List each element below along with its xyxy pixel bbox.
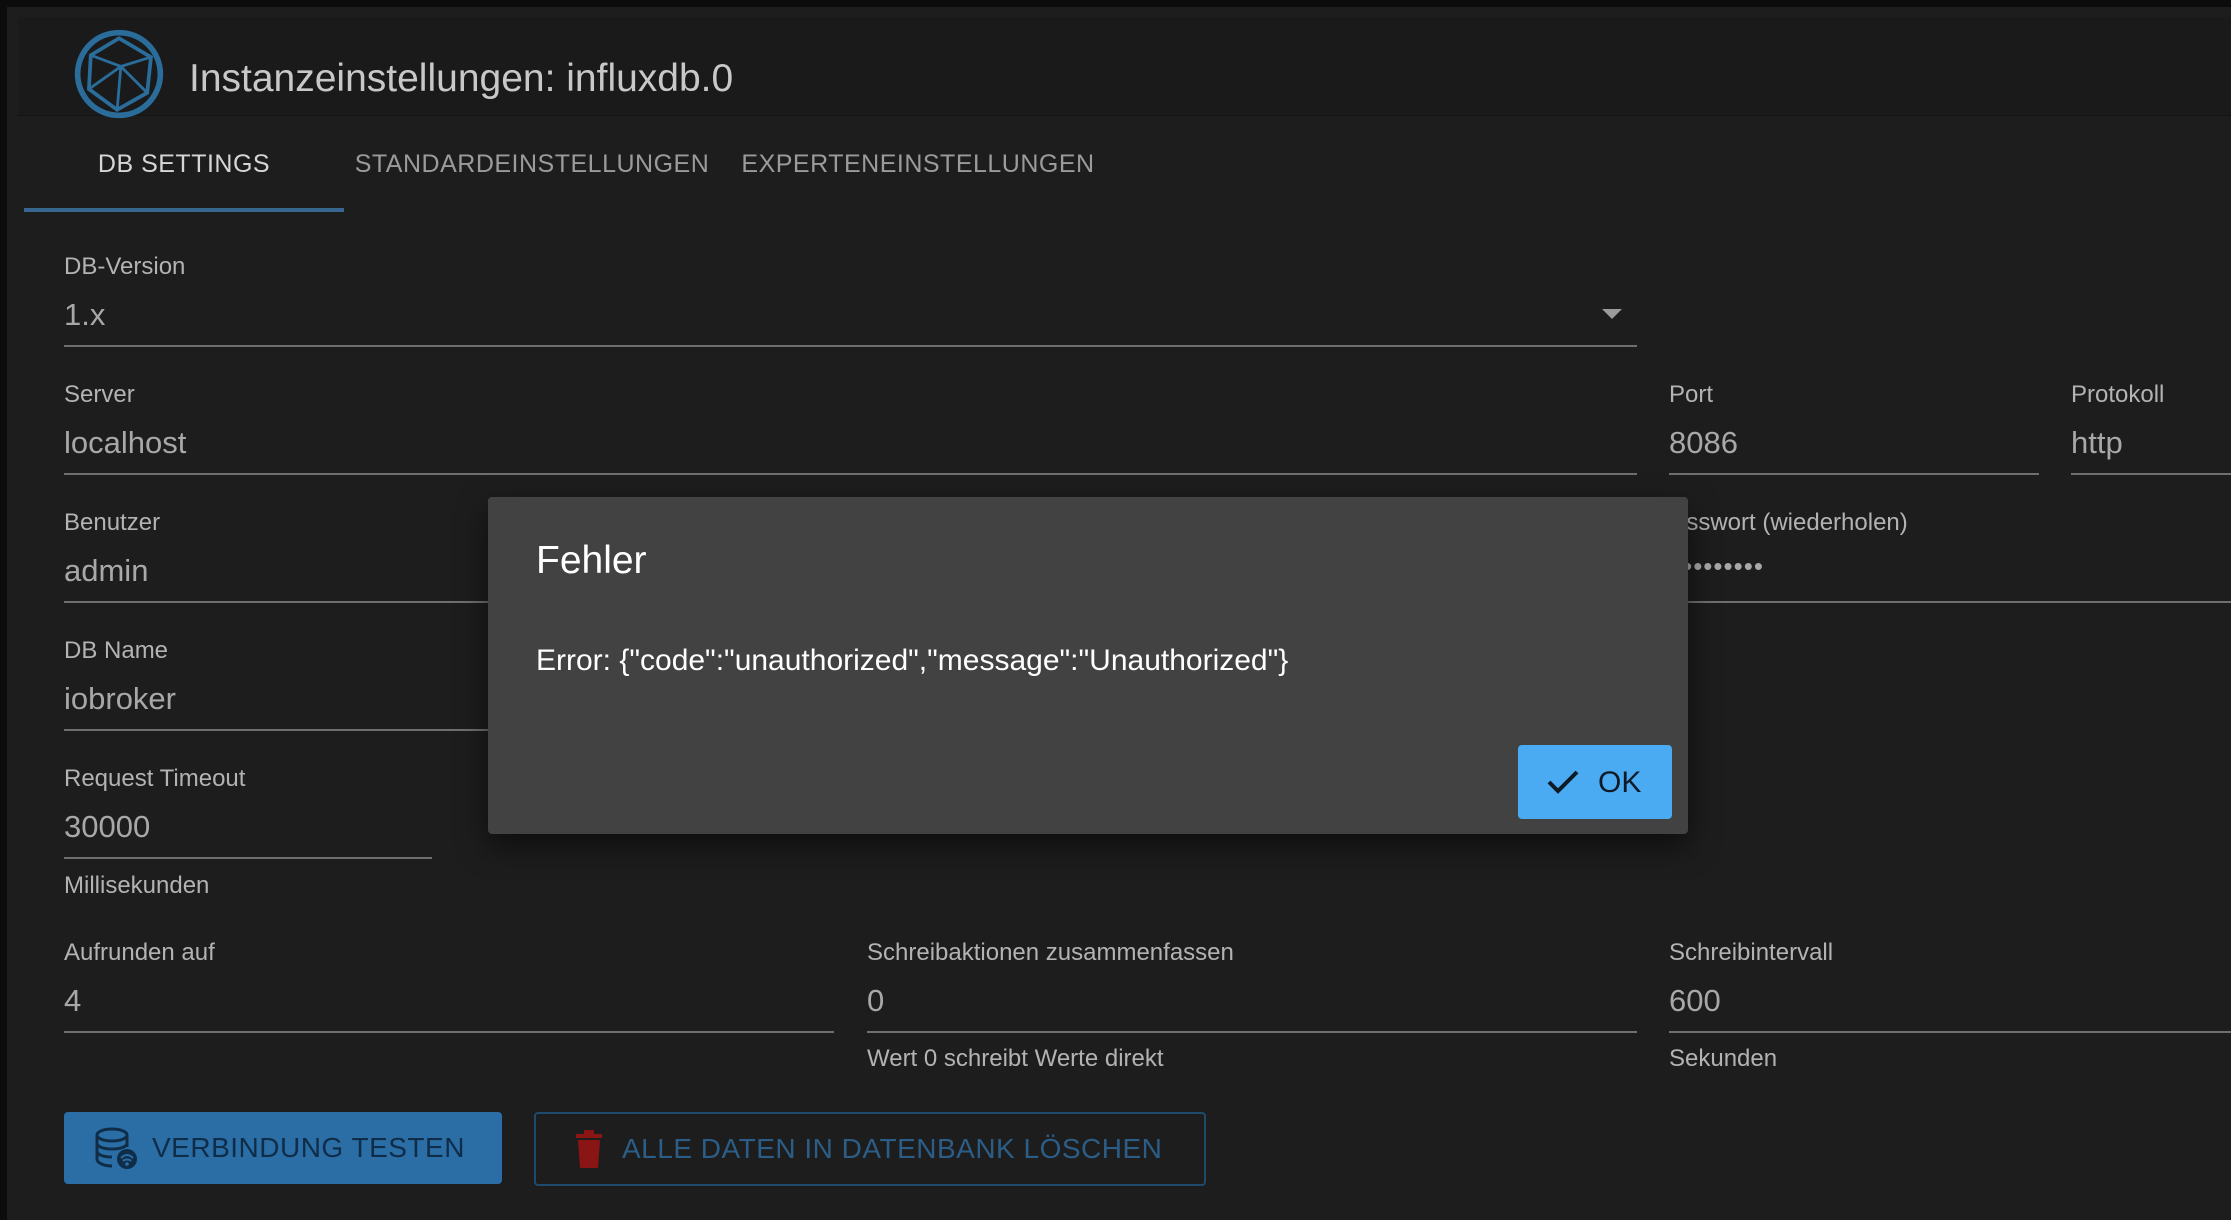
database-icon — [95, 1127, 137, 1169]
round-to-value: 4 — [64, 983, 82, 1018]
db-version-value: 1.x — [64, 297, 106, 332]
tab-expert-settings[interactable]: EXPERTENEINSTELLUNGEN — [740, 118, 1096, 210]
batch-writes-label: Schreibaktionen zusammenfassen — [867, 939, 1234, 966]
batch-writes-field[interactable]: Schreibaktionen zusammenfassen 0 — [867, 939, 1637, 1034]
ok-button[interactable]: OK — [1518, 745, 1672, 819]
write-interval-value: 600 — [1669, 983, 1721, 1018]
request-timeout-underline — [64, 857, 432, 859]
trash-icon — [576, 1130, 602, 1168]
round-to-label: Aufrunden auf — [64, 939, 215, 966]
db-name-value: iobroker — [64, 681, 176, 716]
page-title: Instanzeinstellungen: influxdb.0 — [189, 57, 734, 100]
db-version-label: DB-Version — [64, 253, 186, 280]
protocol-underline — [2071, 473, 2231, 475]
user-field[interactable]: Benutzer admin — [64, 509, 504, 604]
request-timeout-helper: Millisekunden — [64, 872, 210, 899]
protocol-field[interactable]: Protokoll http — [2071, 381, 2231, 476]
batch-writes-value: 0 — [867, 983, 885, 1018]
delete-all-data-button[interactable]: ALLE DATEN IN DATENBANK LÖSCHEN — [534, 1112, 1206, 1186]
tab-db-settings[interactable]: DB SETTINGS — [24, 118, 344, 210]
user-underline — [64, 601, 504, 603]
server-label: Server — [64, 381, 135, 408]
db-version-select[interactable]: DB-Version 1.x — [64, 253, 1637, 348]
dialog-title: Fehler — [536, 539, 647, 582]
dialog-message: Error: {"code":"unauthorized","message":… — [536, 644, 1289, 677]
iobroker-logo-icon — [74, 29, 164, 119]
delete-all-data-label: ALLE DATEN IN DATENBANK LÖSCHEN — [622, 1133, 1163, 1164]
test-connection-label: VERBINDUNG TESTEN — [152, 1132, 465, 1163]
password-repeat-label: asswort (wiederholen) — [1673, 509, 1908, 536]
tab-standard-settings[interactable]: STANDARDEINSTELLUNGEN — [354, 118, 710, 210]
check-icon — [1547, 770, 1579, 794]
db-version-underline — [64, 345, 1637, 347]
db-name-label: DB Name — [64, 637, 169, 664]
ok-label: OK — [1598, 766, 1642, 799]
password-repeat-underline — [1673, 601, 2231, 603]
port-field[interactable]: Port 8086 — [1669, 381, 2039, 476]
db-name-underline — [64, 729, 504, 731]
protocol-label: Protokoll — [2071, 381, 2165, 408]
active-tab-indicator — [24, 208, 344, 212]
write-interval-underline — [1669, 1031, 2231, 1033]
port-label: Port — [1669, 381, 1714, 408]
server-field[interactable]: Server localhost — [64, 381, 1637, 476]
tab-bar: DB SETTINGS STANDARDEINSTELLUNGEN EXPERT… — [24, 118, 2231, 213]
port-underline — [1669, 473, 2039, 475]
protocol-value: http — [2071, 425, 2123, 460]
write-interval-label: Schreibintervall — [1669, 939, 1834, 966]
db-name-field[interactable]: DB Name iobroker — [64, 637, 504, 732]
write-interval-helper: Sekunden — [1669, 1045, 1778, 1072]
header-bar: Instanzeinstellungen: influxdb.0 — [18, 17, 2231, 119]
request-timeout-field[interactable]: Request Timeout 30000 — [64, 765, 432, 860]
round-to-field[interactable]: Aufrunden auf 4 — [64, 939, 834, 1034]
user-value: admin — [64, 553, 149, 588]
test-connection-button[interactable]: VERBINDUNG TESTEN — [64, 1112, 502, 1184]
request-timeout-value: 30000 — [64, 809, 151, 844]
server-underline — [64, 473, 1637, 475]
request-timeout-label: Request Timeout — [64, 765, 246, 792]
round-to-underline — [64, 1031, 834, 1033]
port-value: 8086 — [1669, 425, 1738, 460]
dropdown-arrow-icon — [1602, 309, 1622, 319]
error-dialog: Fehler Error: {"code":"unauthorized","me… — [488, 497, 1688, 834]
write-interval-field[interactable]: Schreibintervall 600 — [1669, 939, 2231, 1034]
batch-writes-underline — [867, 1031, 1637, 1033]
user-label: Benutzer — [64, 509, 161, 536]
server-value: localhost — [64, 425, 187, 460]
password-repeat-field[interactable]: asswort (wiederholen) ••••••••• — [1673, 509, 2231, 604]
batch-writes-helper: Wert 0 schreibt Werte direkt — [867, 1045, 1164, 1072]
